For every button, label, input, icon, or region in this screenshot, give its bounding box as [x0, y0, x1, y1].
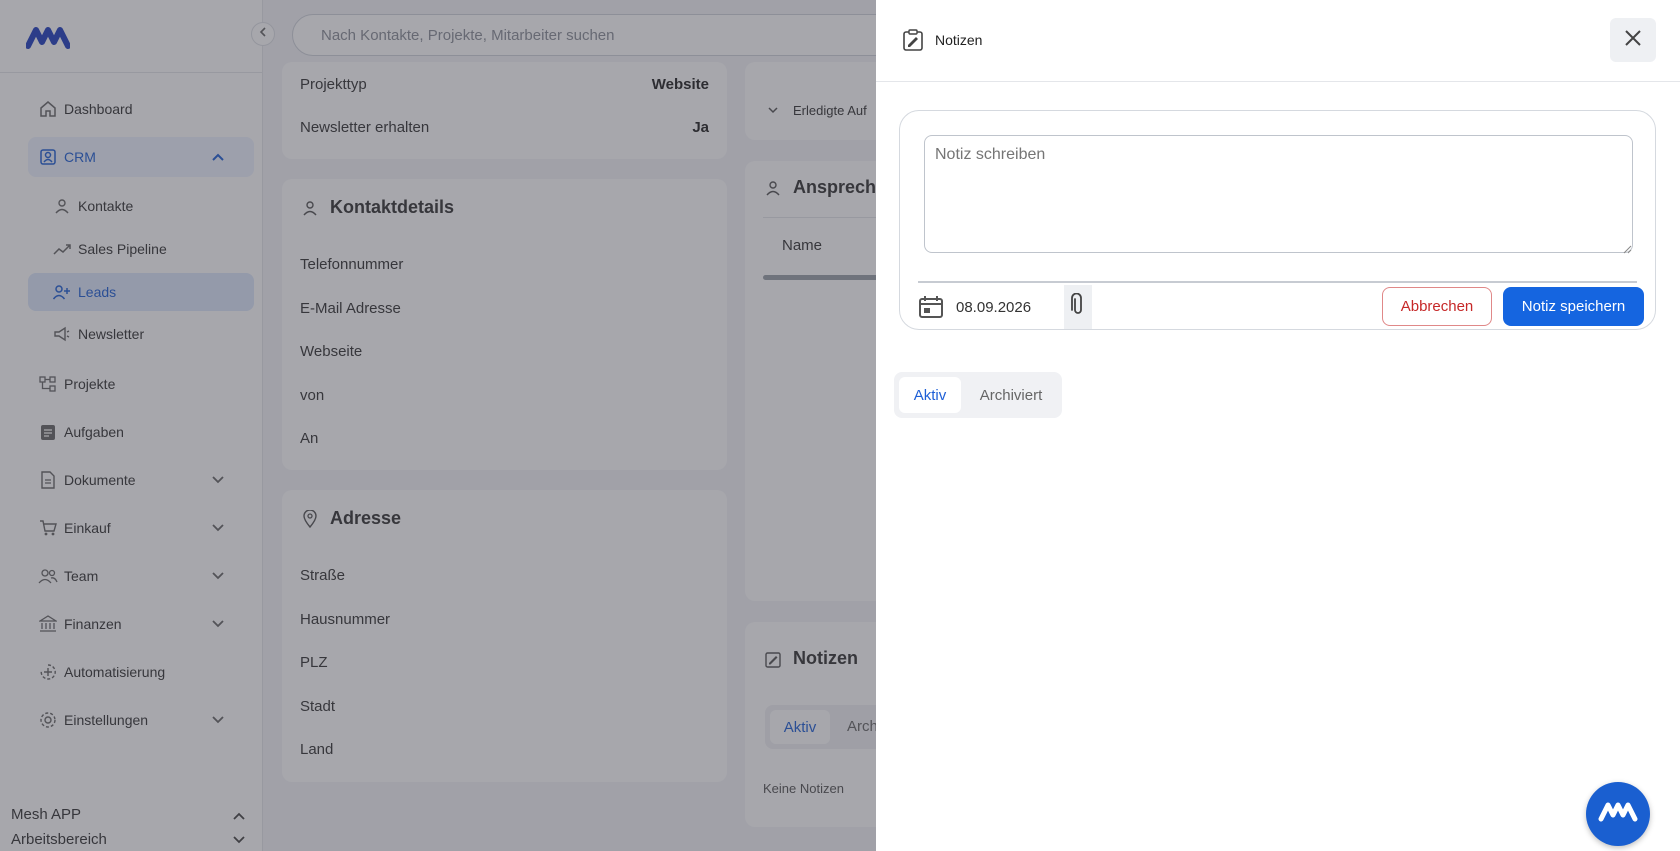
- drawer-title: Notizen: [901, 28, 982, 52]
- save-note-button[interactable]: Notiz speichern: [1503, 287, 1644, 326]
- date-picker[interactable]: 08.09.2026: [918, 289, 1031, 325]
- note-icon: [901, 28, 925, 52]
- note-textarea[interactable]: [924, 135, 1633, 253]
- cancel-button[interactable]: Abbrechen: [1382, 287, 1492, 326]
- drawer-header: Notizen: [876, 0, 1680, 82]
- editor-divider: [918, 281, 1637, 283]
- tab-archiviert[interactable]: Archiviert: [966, 377, 1056, 413]
- attach-button[interactable]: [1064, 285, 1092, 329]
- paperclip-icon: [1071, 292, 1085, 322]
- resize-grip-icon[interactable]: [1622, 241, 1632, 254]
- note-editor: 08.09.2026 Abbrechen Notiz speichern: [899, 110, 1656, 330]
- notes-tabs: Aktiv Archiviert: [894, 372, 1062, 418]
- notes-drawer: Notizen 08.09.2026 Abbrechen Notiz speic…: [876, 0, 1680, 851]
- modal-backdrop[interactable]: [0, 0, 876, 851]
- tab-aktiv[interactable]: Aktiv: [899, 377, 961, 413]
- date-value: 08.09.2026: [956, 298, 1032, 316]
- calendar-icon: [918, 294, 944, 320]
- close-icon: [1624, 29, 1642, 52]
- logo-icon: [1598, 799, 1638, 830]
- close-button[interactable]: [1610, 18, 1656, 62]
- app-launcher-button[interactable]: [1586, 782, 1650, 846]
